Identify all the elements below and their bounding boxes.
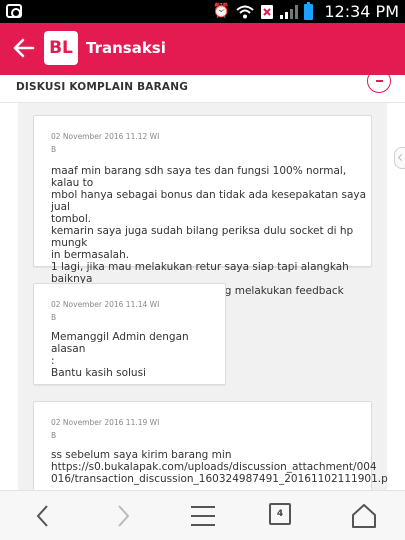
chevron-left-icon: [397, 153, 405, 162]
message-card: 02 November 2016 11.12 WI B maaf min bar…: [33, 115, 372, 309]
wifi-icon: [236, 5, 254, 18]
message-panel: 02 November 2016 11.12 WI B maaf min bar…: [18, 103, 388, 490]
message-card: 02 November 2016 11.14 WI B Memanggil Ad…: [33, 283, 226, 385]
message-timestamp: 02 November 2016 11.19 WI: [51, 418, 160, 427]
chevron-right-icon: [118, 505, 130, 527]
discussion-content[interactable]: DISKUSI KOMPLAIN BARANG 02 November 2016…: [0, 75, 405, 490]
home-icon: [352, 504, 376, 528]
browser-forward-button[interactable]: [92, 491, 152, 540]
sim-blocked-icon: [261, 4, 273, 19]
browser-tabs-button[interactable]: 4: [269, 503, 291, 525]
status-time: 12:34 PM: [324, 2, 399, 21]
signal-icon: [280, 4, 298, 19]
browser-home-button[interactable]: [333, 491, 393, 540]
collapse-button[interactable]: [367, 75, 391, 93]
message-text[interactable]: ss sebelum saya kirim barang min https:/…: [51, 449, 388, 485]
message-sender: B: [51, 431, 57, 440]
minus-icon: [376, 80, 383, 82]
message-text: Memanggil Admin dengan alasan : Bantu ka…: [51, 331, 189, 379]
status-icons: ⏰: [212, 1, 313, 21]
browser-bottom-bar: 4: [0, 490, 405, 540]
section-header: DISKUSI KOMPLAIN BARANG: [0, 75, 405, 103]
menu-icon: [191, 506, 215, 526]
camera-icon: [6, 4, 22, 18]
message-timestamp: 02 November 2016 11.12 WI: [51, 132, 160, 141]
page-title: Transaksi: [86, 39, 166, 57]
message-sender: B: [51, 145, 57, 154]
message-sender: B: [51, 313, 57, 322]
alarm-icon: ⏰: [212, 3, 230, 19]
chevron-left-icon: [36, 505, 48, 527]
app-logo: BL: [44, 31, 78, 65]
message-card: 02 November 2016 11.19 WI B ss sebelum s…: [33, 401, 388, 490]
browser-back-button[interactable]: [14, 491, 74, 540]
side-drawer-handle[interactable]: [394, 147, 405, 169]
app-header: BL Transaksi: [0, 23, 405, 75]
back-arrow-icon[interactable]: [12, 36, 36, 60]
section-title: DISKUSI KOMPLAIN BARANG: [16, 81, 189, 93]
message-timestamp: 02 November 2016 11.14 WI: [51, 300, 160, 309]
status-bar: ⏰ 12:34 PM: [0, 0, 405, 23]
battery-icon: [304, 1, 313, 20]
browser-menu-button[interactable]: [172, 491, 232, 540]
